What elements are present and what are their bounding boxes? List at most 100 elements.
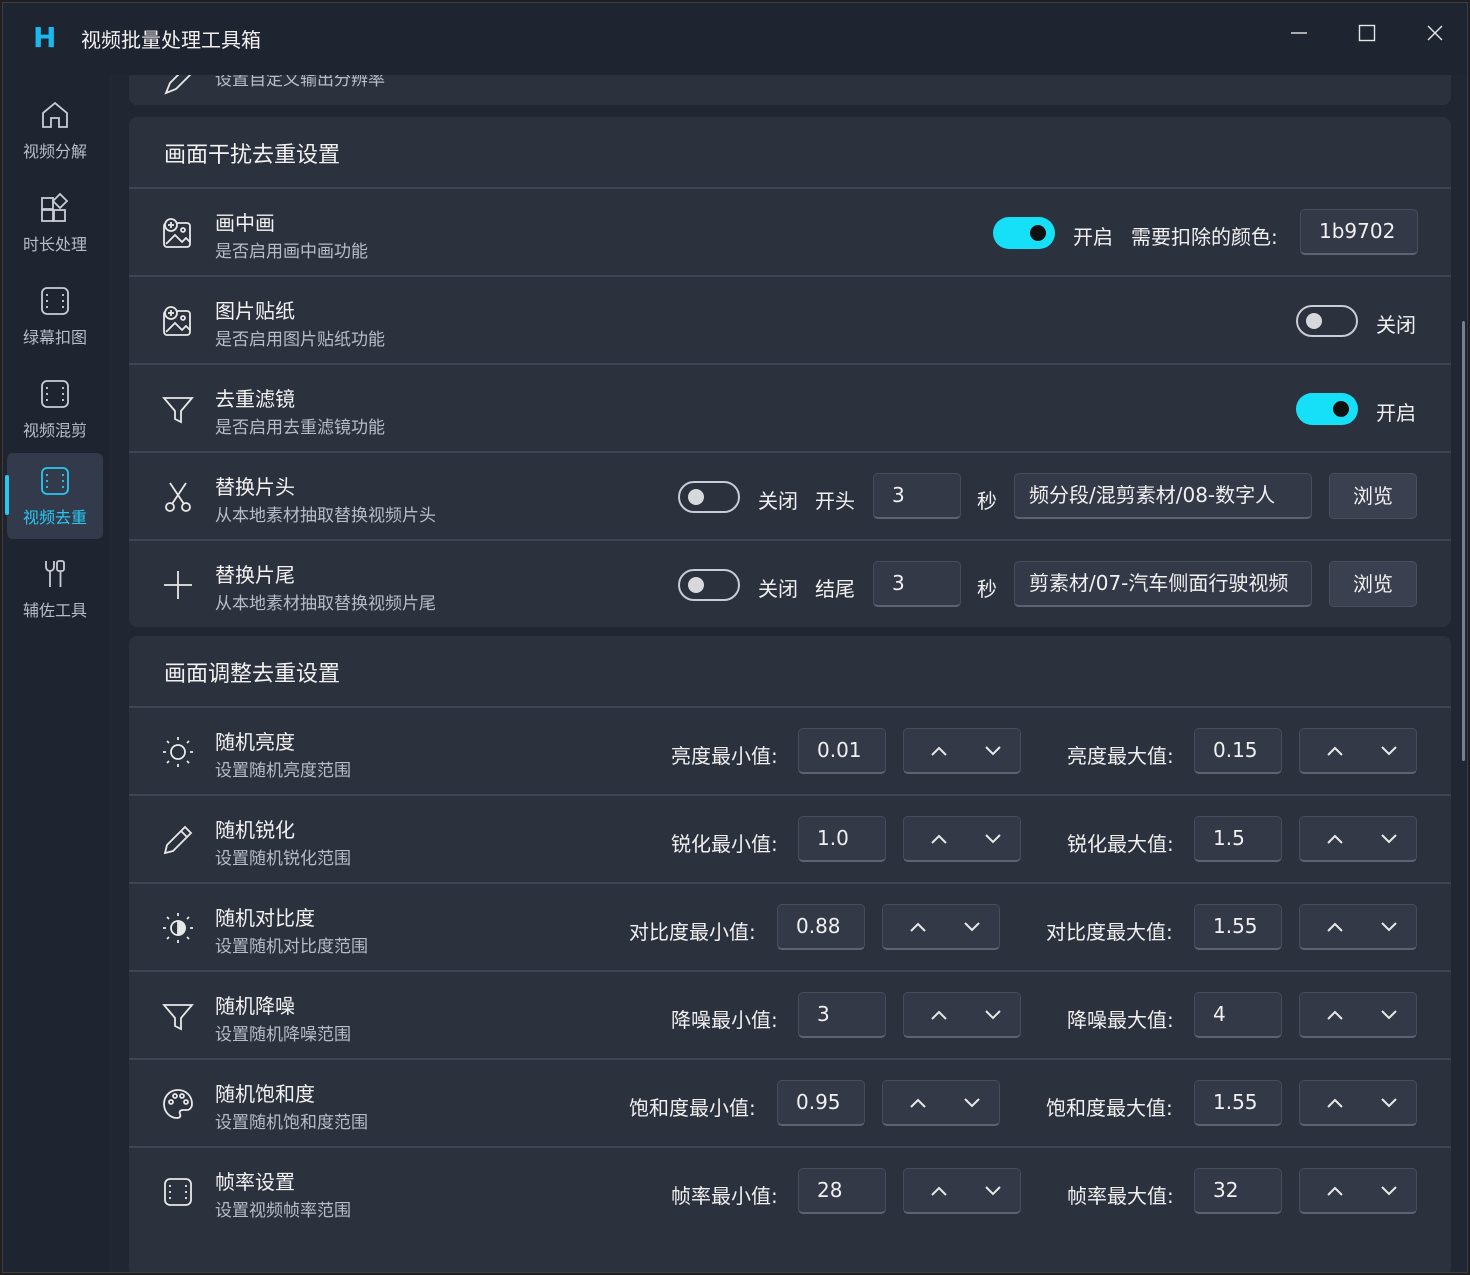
increment-button[interactable] [1308,1081,1362,1125]
decrement-button[interactable] [966,1169,1020,1213]
decrement-button[interactable] [1362,1081,1416,1125]
intro-browse-button[interactable]: 浏览 [1329,473,1417,519]
vertical-scrollbar[interactable] [1462,321,1465,761]
sidebar-item-mix[interactable]: 视频混剪 [7,366,103,452]
filter-icon [160,998,196,1034]
image-add-icon [160,303,196,339]
decrement-button[interactable] [1362,905,1416,949]
saturation-max-stepper [1299,1080,1417,1126]
framerate-row: 帧率设置 设置视频帧率范围 帧率最小值: 28 帧率最大值: 32 [129,1148,1451,1234]
contrast-max-stepper [1299,904,1417,950]
increment-button[interactable] [1308,905,1362,949]
chevron-up-icon [1327,1010,1343,1020]
saturation-min-input[interactable]: 0.95 [777,1080,865,1126]
brightness-min-stepper [903,728,1021,774]
saturation-max-input[interactable]: 1.55 [1194,1080,1282,1126]
increment-button[interactable] [912,993,966,1037]
intro-seconds-input[interactable]: 3 [873,473,961,519]
decrement-button[interactable] [966,817,1020,861]
film-frame-icon [41,287,69,315]
sharpen-min-input[interactable]: 1.0 [798,816,886,862]
chevron-down-icon [1381,746,1397,756]
sidebar-item-dedupe[interactable]: 视频去重 [5,453,103,539]
color-input[interactable]: 1b9702 [1300,209,1418,255]
section-title: 画面干扰去重设置 [164,143,341,168]
increment-button[interactable] [912,729,966,773]
sidebar-item-tools[interactable]: 辅佐工具 [7,546,103,632]
row-desc: 是否启用画中画功能 [215,242,368,262]
palette-icon [160,1086,196,1122]
chevron-down-icon [1381,1010,1397,1020]
increment-button[interactable] [1308,1169,1362,1213]
increment-button[interactable] [912,817,966,861]
home-icon [42,101,68,128]
row-desc: 从本地素材抽取替换视频片尾 [215,594,436,614]
increment-button[interactable] [891,1081,945,1125]
intro-path-input[interactable]: 频分段/混剪素材/08-数字人 [1014,473,1312,519]
min-label: 降噪最小值: [671,1008,778,1032]
active-indicator [5,475,9,515]
chevron-up-icon [910,1098,926,1108]
framerate-min-input[interactable]: 28 [798,1168,886,1214]
decrement-button[interactable] [1362,993,1416,1037]
close-button[interactable] [1409,13,1461,53]
increment-button[interactable] [1308,993,1362,1037]
sidebar-item-video-split[interactable]: 视频分解 [7,87,103,173]
sidebar-item-label: 绿幕扣图 [22,328,87,347]
outro-path-input[interactable]: 剪素材/07-汽车侧面行驶视频 [1014,561,1312,607]
denoise-min-input[interactable]: 3 [798,992,886,1038]
min-label: 饱和度最小值: [629,1096,756,1120]
decrement-button[interactable] [945,905,999,949]
decrement-button[interactable] [966,993,1020,1037]
row-desc: 设置随机亮度范围 [215,761,351,781]
replace-outro-row: 替换片尾 从本地素材抽取替换视频片尾 关闭 结尾 3 秒 剪素材/07-汽车侧面… [129,541,1451,627]
chevron-down-icon [964,922,980,932]
decrement-button[interactable] [1362,817,1416,861]
image-add-icon [160,215,196,251]
film-frame-icon [41,380,69,408]
maximize-button[interactable] [1341,13,1393,53]
row-title: 随机亮度 [215,730,295,754]
increment-button[interactable] [912,1169,966,1213]
brightness-min-input[interactable]: 0.01 [798,728,886,774]
toggle-label: 关闭 [1376,313,1416,337]
decrement-button[interactable] [966,729,1020,773]
sharpen-max-input[interactable]: 1.5 [1194,816,1282,862]
increment-button[interactable] [1308,729,1362,773]
row-desc: 设置随机对比度范围 [215,937,368,957]
filter-toggle[interactable] [1296,393,1358,425]
chevron-down-icon [985,1186,1001,1196]
outro-seconds-input[interactable]: 3 [873,561,961,607]
row-desc: 设置随机降噪范围 [215,1025,351,1045]
row-desc: 设置自定义输出分辨率 [215,75,385,90]
sticker-row: 图片贴纸 是否启用图片贴纸功能 关闭 [129,277,1451,365]
max-label: 帧率最大值: [1067,1184,1174,1208]
max-label: 锐化最大值: [1067,832,1174,856]
chevron-up-icon [1327,834,1343,844]
increment-button[interactable] [891,905,945,949]
denoise-max-input[interactable]: 4 [1194,992,1282,1038]
intro-toggle[interactable] [678,481,740,513]
contrast-min-input[interactable]: 0.88 [777,904,865,950]
chevron-up-icon [931,834,947,844]
outro-browse-button[interactable]: 浏览 [1329,561,1417,607]
increment-button[interactable] [1308,817,1362,861]
minimize-button[interactable] [1273,13,1325,53]
filter-icon [160,391,196,427]
brightness-max-input[interactable]: 0.15 [1194,728,1282,774]
decrement-button[interactable] [1362,1169,1416,1213]
decrement-button[interactable] [945,1081,999,1125]
sticker-toggle[interactable] [1296,305,1358,337]
tools-icon [45,560,65,587]
title-bar[interactable]: H 视频批量处理工具箱 [3,3,1467,75]
pip-toggle[interactable] [993,217,1055,249]
framerate-max-input[interactable]: 32 [1194,1168,1282,1214]
sidebar-item-greenscreen[interactable]: 绿幕扣图 [7,273,103,359]
apps-add-icon [41,192,69,222]
outro-toggle[interactable] [678,569,740,601]
contrast-max-input[interactable]: 1.55 [1194,904,1282,950]
contrast-min-stepper [882,904,1000,950]
row-desc: 设置随机饱和度范围 [215,1113,368,1133]
sidebar-item-duration[interactable]: 时长处理 [7,180,103,266]
decrement-button[interactable] [1362,729,1416,773]
